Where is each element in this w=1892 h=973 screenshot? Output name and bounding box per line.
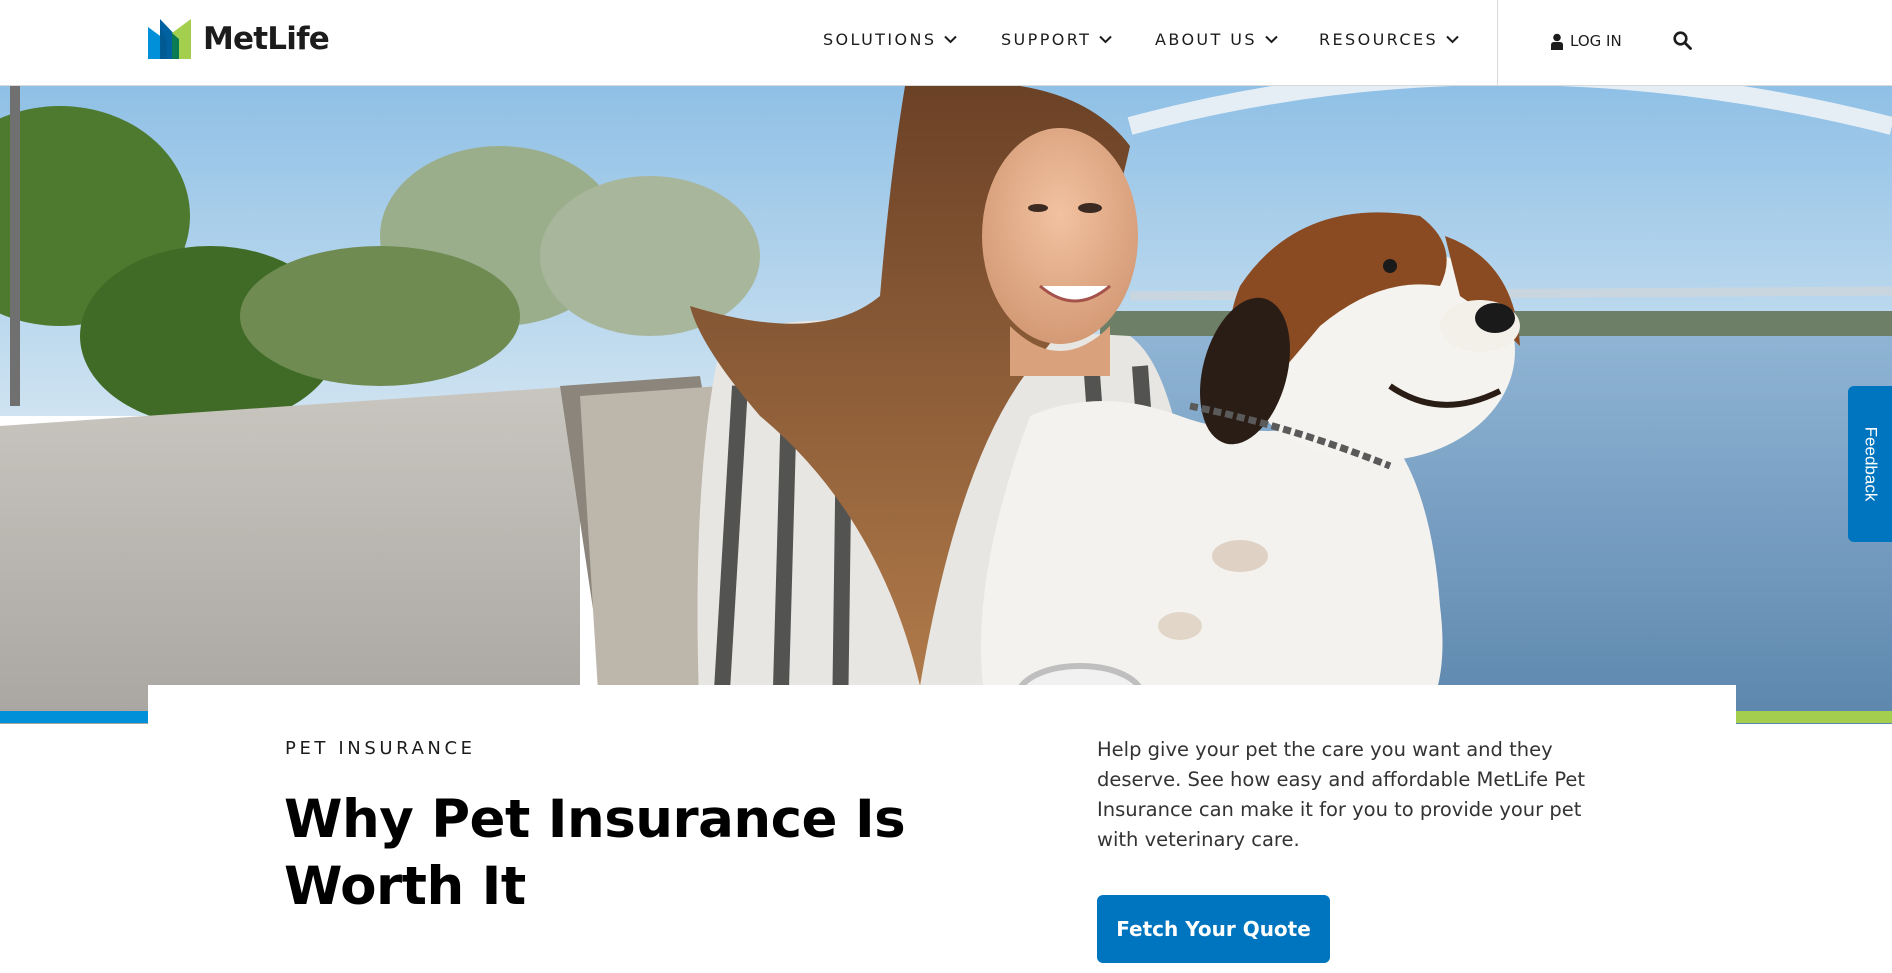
nav-resources[interactable]: RESOURCES [1319,30,1459,49]
chevron-down-icon [944,35,958,44]
login-label: LOG IN [1570,32,1622,50]
chevron-down-icon [1265,35,1278,44]
feedback-label: Feedback [1861,426,1881,502]
nav-solutions[interactable]: SOLUTIONS [823,30,958,49]
intro-description: Help give your pet the care you want and… [1097,738,1586,851]
brand-stripe-blue [0,711,160,723]
hero-image [0,86,1892,724]
page-title: Why Pet Insurance Is Worth It [284,789,906,917]
nav-about-us-label: ABOUT US [1155,30,1257,49]
nav-support-label: SUPPORT [1001,30,1092,49]
hero-photo [0,86,1892,724]
search-icon [1673,31,1692,50]
chevron-down-icon [1446,35,1459,44]
brand-stripe-green [1730,711,1892,723]
chevron-down-icon [1099,35,1113,44]
user-icon [1551,33,1563,50]
nav-solutions-label: SOLUTIONS [823,30,937,49]
login-link[interactable]: LOG IN [1551,32,1622,50]
search-button[interactable] [1673,31,1692,55]
header-divider [1497,0,1498,86]
metlife-logo-icon [148,19,191,59]
nav-about-us[interactable]: ABOUT US [1155,30,1278,49]
section-eyebrow: PET INSURANCE [285,738,476,759]
fetch-quote-button[interactable]: Fetch Your Quote [1097,895,1330,963]
site-header: MetLife SOLUTIONS SUPPORT ABOUT US RESOU… [0,0,1892,86]
brand-name: MetLife [203,21,330,57]
nav-support[interactable]: SUPPORT [1001,30,1113,49]
feedback-tab[interactable]: Feedback [1848,386,1892,542]
metlife-logo[interactable]: MetLife [148,19,330,59]
nav-resources-label: RESOURCES [1319,30,1439,49]
